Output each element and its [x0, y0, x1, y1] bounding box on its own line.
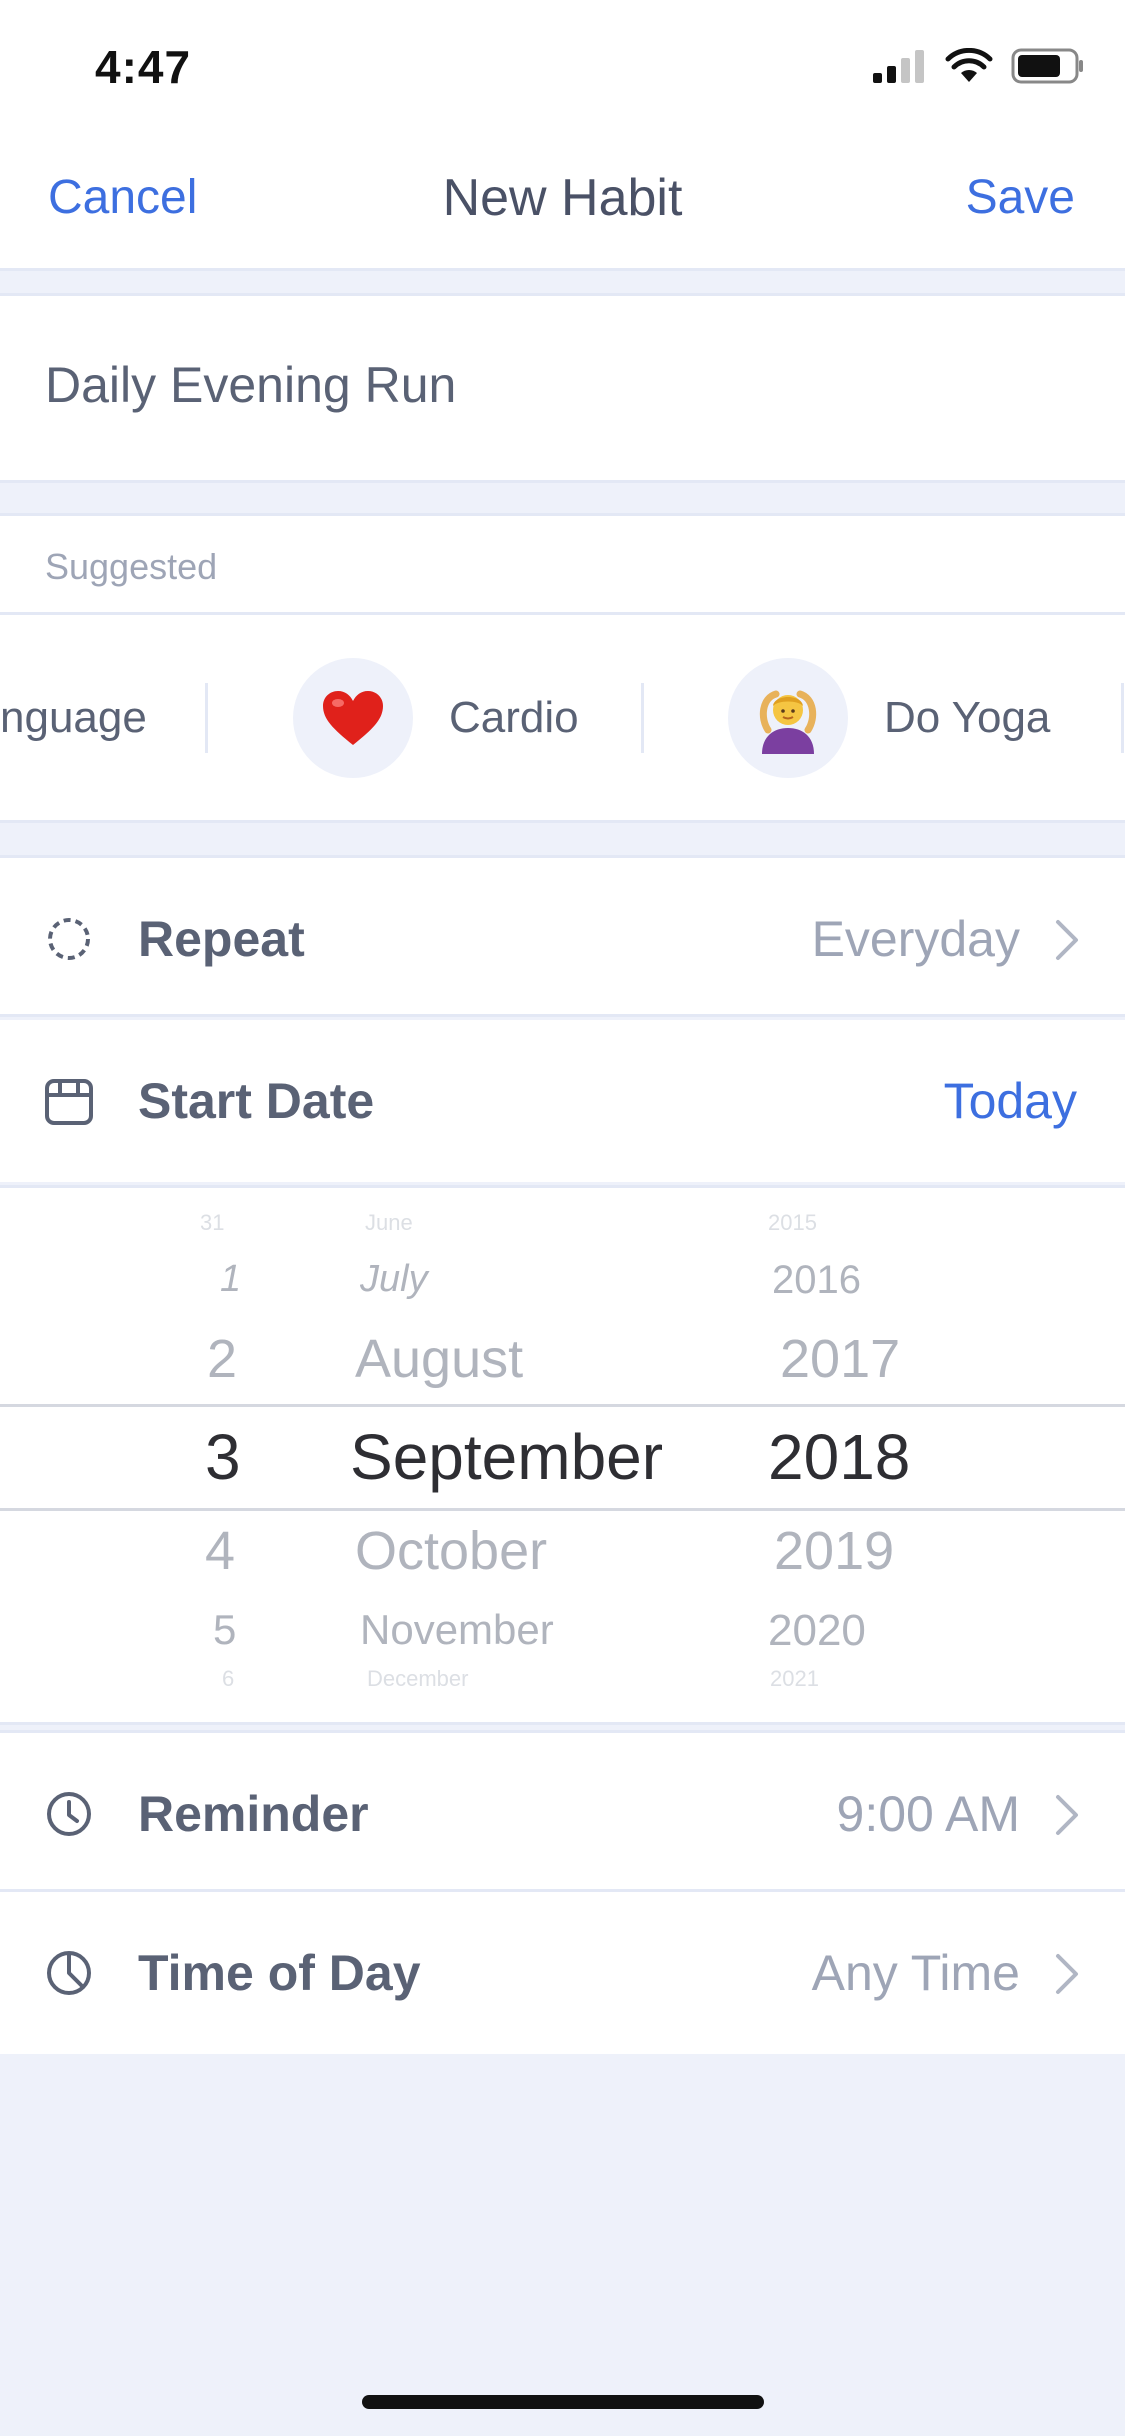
- picker-month-selected[interactable]: September: [350, 1420, 663, 1494]
- wifi-icon: [945, 48, 993, 82]
- picker-year-item[interactable]: 2017: [780, 1328, 900, 1390]
- suggestion-cardio[interactable]: Cardio: [293, 615, 579, 820]
- cellular-signal-icon: [873, 50, 924, 83]
- picker-month-item[interactable]: July: [360, 1258, 428, 1301]
- status-bar: 4:47: [0, 0, 1125, 130]
- picker-day-item[interactable]: 6: [222, 1666, 234, 1692]
- chevron-right-icon: [1056, 1954, 1078, 1994]
- new-habit-screen: 4:47 Cancel New Habit Save Daily Evening…: [0, 0, 1125, 2436]
- picker-day-item[interactable]: 2: [207, 1328, 237, 1390]
- picker-day-item[interactable]: 31: [200, 1210, 224, 1236]
- suggested-label: Suggested: [45, 546, 218, 587]
- divider: [1121, 683, 1124, 753]
- picker-selection-bottom-line: [0, 1508, 1125, 1511]
- picker-day-item[interactable]: 5: [213, 1606, 236, 1654]
- status-icons: [871, 48, 1085, 84]
- time-of-day-label: Time of Day: [138, 1945, 421, 2001]
- chevron-right-icon: [1056, 920, 1078, 960]
- repeat-row[interactable]: Repeat Everyday: [0, 855, 1125, 1017]
- suggested-carousel[interactable]: nguage Cardio Do Yoga: [0, 615, 1125, 823]
- clock-pie-icon: [47, 1951, 91, 1995]
- reminder-label: Reminder: [138, 1786, 369, 1842]
- repeat-value: Everyday: [811, 911, 1020, 967]
- picker-year-item[interactable]: 2021: [770, 1666, 819, 1692]
- reminder-value: 9:00 AM: [836, 1786, 1020, 1842]
- picker-day-item[interactable]: 1: [220, 1258, 241, 1301]
- picker-month-item[interactable]: June: [365, 1210, 413, 1236]
- battery-icon: [1011, 48, 1083, 84]
- picker-year-item[interactable]: 2015: [768, 1210, 817, 1236]
- page-title: New Habit: [442, 169, 683, 227]
- picker-year-selected[interactable]: 2018: [768, 1420, 910, 1494]
- reminder-row[interactable]: Reminder 9:00 AM: [0, 1730, 1125, 1892]
- picker-day-selected[interactable]: 3: [205, 1420, 241, 1494]
- clock-icon: [47, 1792, 91, 1836]
- picker-year-item[interactable]: 2020: [768, 1606, 866, 1656]
- suggestion-language[interactable]: nguage: [0, 615, 147, 820]
- picker-month-item[interactable]: October: [355, 1520, 547, 1582]
- picker-month-item[interactable]: December: [367, 1666, 468, 1692]
- divider: [641, 683, 644, 753]
- chevron-right-icon: [1056, 1795, 1078, 1835]
- picker-month-item[interactable]: November: [360, 1606, 554, 1654]
- suggestion-label: nguage: [0, 692, 147, 742]
- picker-year-item[interactable]: 2016: [772, 1258, 861, 1303]
- save-button[interactable]: Save: [966, 170, 1075, 225]
- yoga-person-icon: [728, 657, 848, 778]
- navigation-bar: Cancel New Habit Save: [0, 130, 1125, 271]
- calendar-icon: [45, 1079, 93, 1125]
- repeat-label: Repeat: [138, 911, 305, 967]
- suggestion-label: Cardio: [449, 692, 579, 742]
- suggested-header: Suggested: [0, 513, 1125, 615]
- start-date-value[interactable]: Today: [944, 1072, 1077, 1130]
- home-indicator[interactable]: [362, 2395, 764, 2409]
- heart-icon: [293, 657, 413, 778]
- time-of-day-value: Any Time: [811, 1945, 1020, 2001]
- picker-selection-top-line: [0, 1404, 1125, 1407]
- habit-name-field[interactable]: Daily Evening Run: [0, 293, 1125, 483]
- divider: [205, 683, 208, 753]
- picker-year-item[interactable]: 2019: [774, 1520, 894, 1582]
- time-of-day-row[interactable]: Time of Day Any Time: [0, 1892, 1125, 2054]
- status-time: 4:47: [95, 41, 192, 93]
- start-date-row[interactable]: Start Date Today: [0, 1020, 1125, 1182]
- habit-name-value: Daily Evening Run: [45, 357, 457, 413]
- picker-month-item[interactable]: August: [355, 1328, 523, 1390]
- suggestion-label: Do Yoga: [884, 692, 1051, 742]
- date-picker[interactable]: 31 1 2 3 4 5 6 June July August Septembe…: [0, 1185, 1125, 1725]
- suggestion-do-yoga[interactable]: Do Yoga: [728, 615, 1050, 820]
- picker-day-item[interactable]: 4: [205, 1520, 235, 1582]
- start-date-label: Start Date: [138, 1073, 375, 1129]
- repeat-dotted-circle-icon: [48, 918, 90, 960]
